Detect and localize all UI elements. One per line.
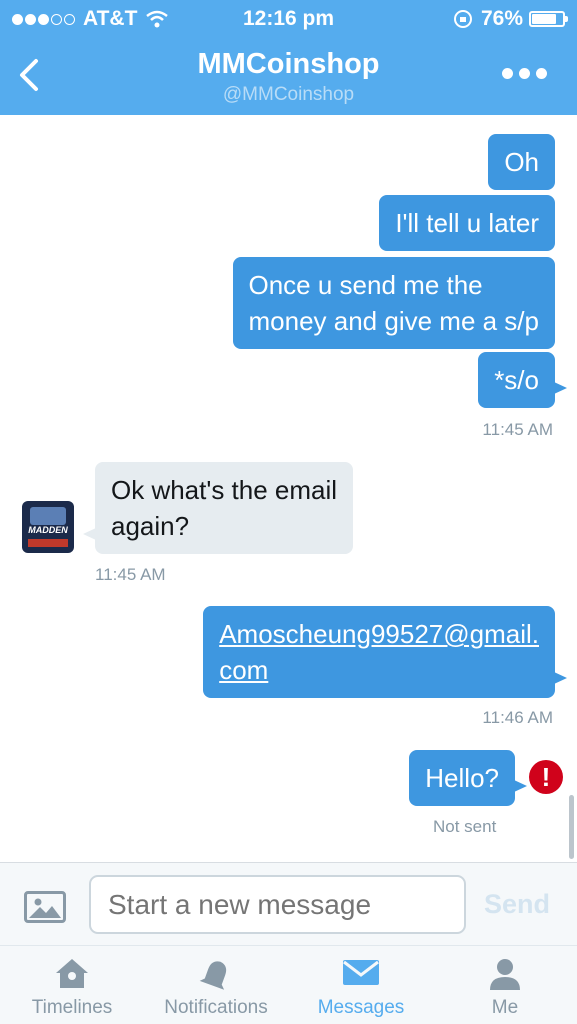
image-icon[interactable] [24,891,66,923]
person-icon [490,959,520,990]
bell-icon [199,961,227,990]
email-link[interactable]: Amoscheung99527@gmail. [219,616,539,652]
avatar[interactable]: MADDEN [22,501,74,553]
home-icon [56,959,88,988]
tab-messages[interactable]: Messages [300,946,422,1024]
message-outgoing[interactable]: *s/o [478,352,567,408]
scrollbar[interactable] [569,795,574,859]
battery-icon [529,11,568,27]
message-outgoing[interactable]: Amoscheung99527@gmail. com [203,606,567,698]
message-outgoing[interactable]: I'll tell u later [379,195,555,251]
not-sent-label: Not sent [433,817,497,836]
message-outgoing[interactable]: Oh [488,134,555,190]
header-bar: AT&T 12:16 pm 76% MMCoinshop @MMCoinshop [0,0,577,115]
message-timestamp: 11:45 AM [95,565,166,584]
message-composer: Send [0,862,577,945]
message-timestamp: 11:46 AM [482,708,553,727]
message-outgoing[interactable]: Once u send me the money and give me a s… [232,257,555,349]
error-icon[interactable]: ! [529,760,563,794]
tab-me[interactable]: Me [465,946,545,1024]
conversation-handle: @MMCoinshop [222,84,355,105]
tab-notifications[interactable]: Notifications [150,946,282,1024]
email-link-continued[interactable]: com [219,652,539,688]
envelope-icon [343,960,379,985]
message-timestamp: 11:45 AM [482,420,553,439]
rotation-lock-icon [453,10,472,28]
conversation-title: MMCoinshop [197,48,380,80]
more-options-icon[interactable] [496,68,547,79]
tab-bar: Timelines Notifications Messages Me [0,945,577,1024]
message-incoming[interactable]: Ok what's the email again? [82,462,354,554]
message-input[interactable] [89,875,466,934]
send-button[interactable]: Send [484,889,550,920]
tab-timelines[interactable]: Timelines [10,946,134,1024]
status-bar: AT&T 12:16 pm 76% [0,0,577,38]
battery-percent: 76% [480,7,523,30]
message-outgoing-failed[interactable]: Hello? [409,750,527,806]
